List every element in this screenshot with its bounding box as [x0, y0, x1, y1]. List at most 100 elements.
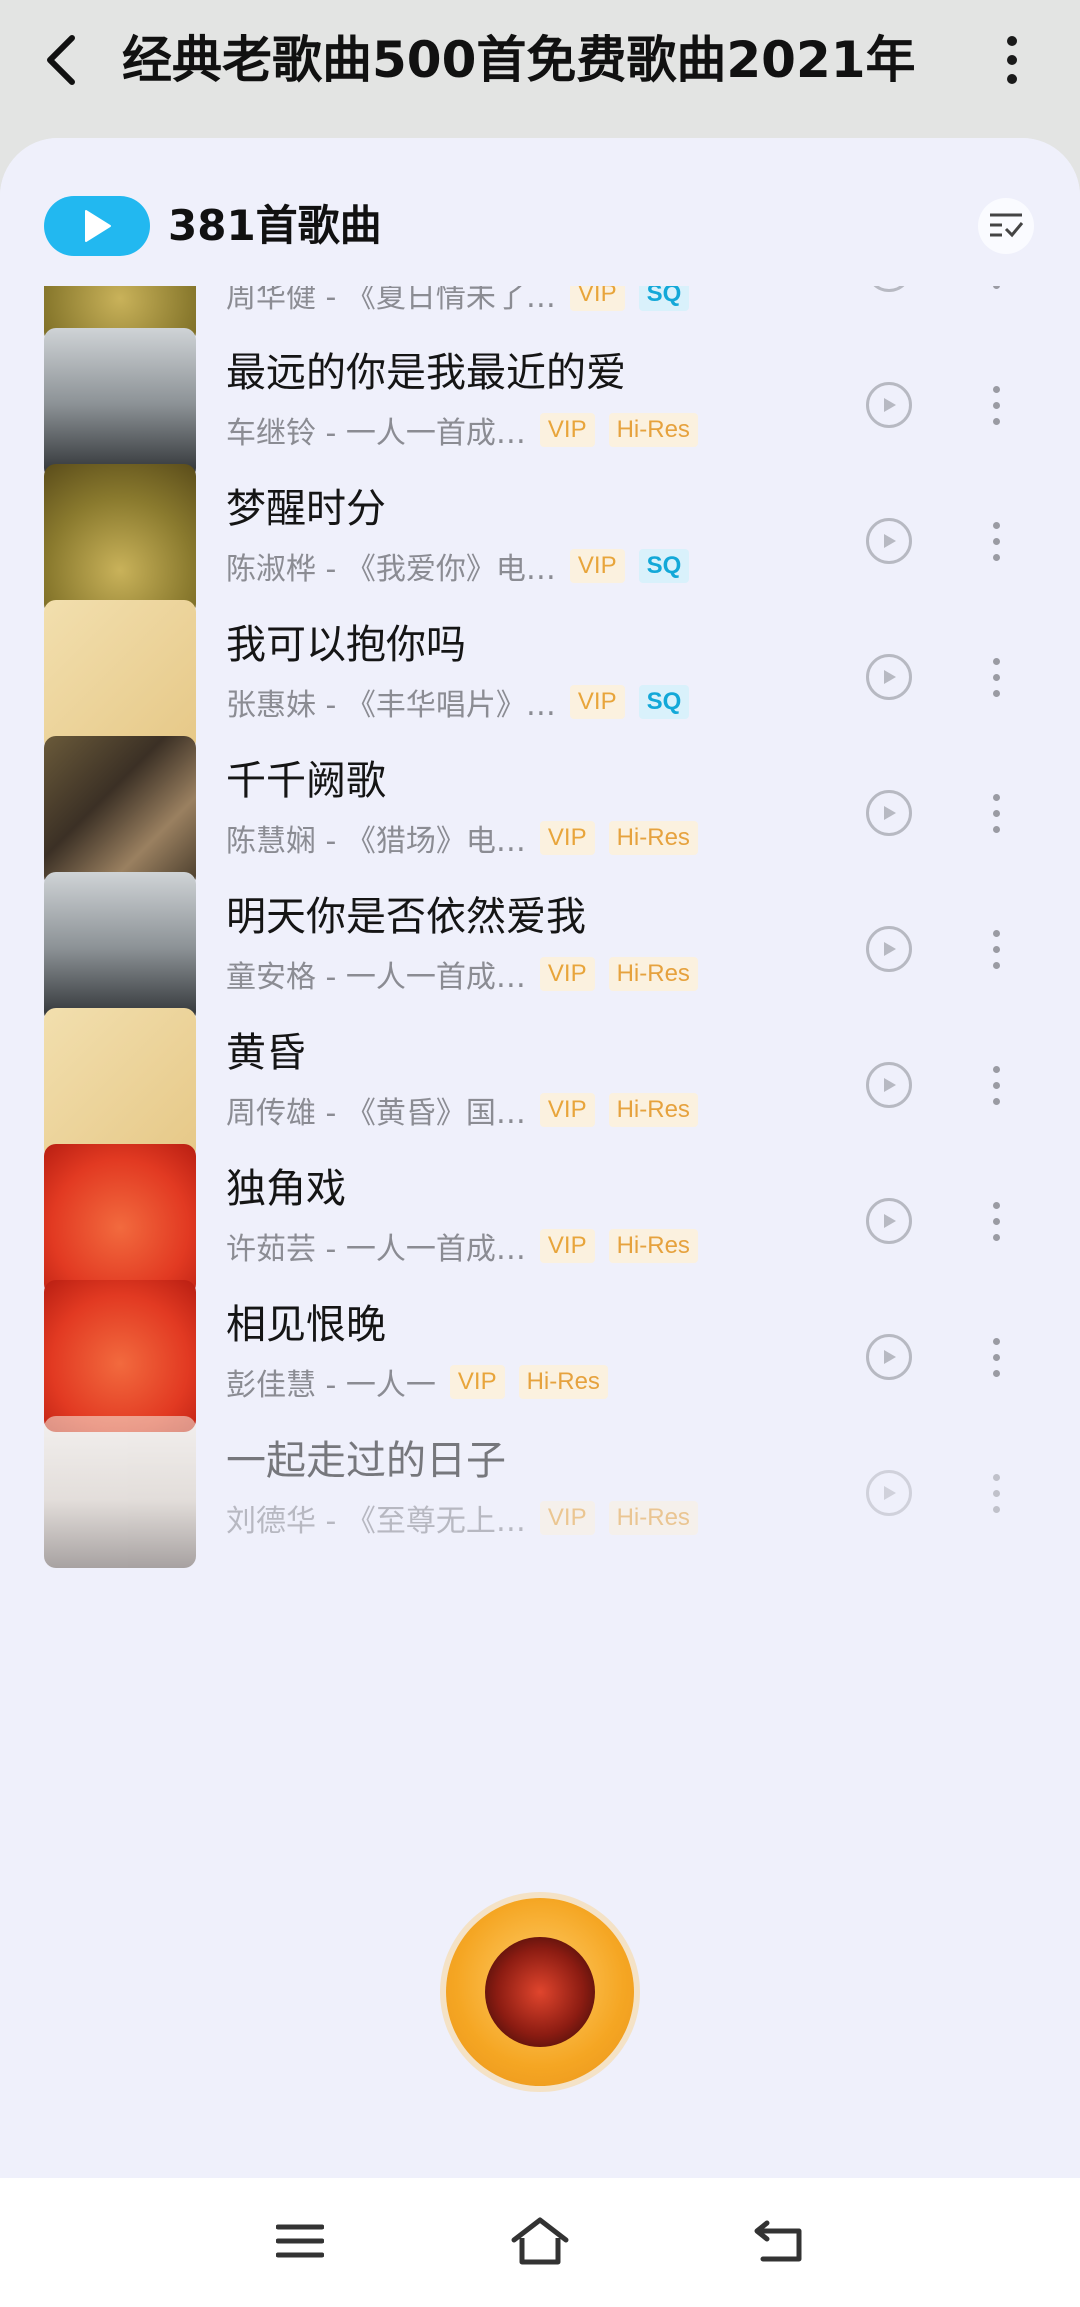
play-circle-icon	[884, 670, 896, 684]
vip-badge: VIP	[539, 1093, 595, 1127]
more-vertical-icon	[992, 793, 1000, 801]
song-count: 381首歌曲	[168, 201, 382, 250]
nav-back-button[interactable]	[740, 2206, 820, 2276]
song-title: 明天你是否依然爱我	[226, 894, 586, 940]
vip-badge: VIP	[539, 1229, 595, 1263]
song-more-button[interactable]	[984, 782, 1008, 844]
song-meta: 童安格 - 一人一首成… VIP Hi-Res	[226, 952, 698, 996]
back-button[interactable]	[34, 26, 90, 94]
list-check-icon	[990, 213, 1024, 238]
song-more-button[interactable]	[984, 1462, 1008, 1524]
sq-badge: SQ	[638, 685, 690, 719]
song-row[interactable]: 一起走过的日子 刘德华 - 《至尊无上… VIP Hi-Res	[0, 1416, 1080, 1616]
vip-badge: VIP	[569, 549, 625, 583]
play-circle-icon	[884, 1078, 896, 1092]
list-header: 381首歌曲	[0, 138, 1080, 286]
vip-badge: VIP	[449, 1365, 505, 1399]
album-cover	[44, 872, 196, 1024]
play-circle-icon	[884, 398, 896, 412]
play-video-button[interactable]	[866, 518, 912, 564]
play-video-button[interactable]	[866, 382, 912, 428]
hires-badge: Hi-Res	[518, 1365, 608, 1399]
play-circle-icon	[884, 1214, 896, 1228]
play-video-button[interactable]	[866, 654, 912, 700]
song-more-button[interactable]	[984, 918, 1008, 980]
song-artist-album: 车继铃 - 一人一首成…	[226, 416, 526, 451]
song-artist-album: 许茹芸 - 一人一首成…	[226, 1232, 526, 1267]
song-list-sheet: 381首歌曲 让我欢喜让我忧周华健 - 《夏日情未了…VIPSQ最远的你是我最近…	[0, 138, 1080, 2178]
play-circle-icon	[884, 942, 896, 956]
menu-icon	[276, 2224, 324, 2258]
back-icon	[754, 2220, 802, 2262]
song-more-button[interactable]	[984, 1054, 1008, 1116]
hires-badge: Hi-Res	[608, 1093, 698, 1127]
system-nav-bar	[0, 2178, 1080, 2307]
song-artist-album: 彭佳慧 - 一人一	[226, 1368, 436, 1403]
song-artist-album: 刘德华 - 《至尊无上…	[226, 1504, 526, 1539]
nav-home-button[interactable]	[500, 2206, 580, 2276]
play-video-button[interactable]	[866, 790, 912, 836]
more-vertical-icon	[992, 1065, 1000, 1073]
song-more-button[interactable]	[984, 646, 1008, 708]
song-title: 最远的你是我最近的爱	[226, 350, 626, 396]
song-title: 我可以抱你吗	[226, 622, 466, 668]
song-meta: 许茹芸 - 一人一首成… VIP Hi-Res	[226, 1224, 698, 1268]
vip-badge: VIP	[539, 1501, 595, 1535]
play-video-button[interactable]	[866, 926, 912, 972]
song-artist-album: 张惠妹 - 《丰华唱片》…	[226, 688, 556, 723]
more-vertical-icon	[1007, 36, 1017, 46]
song-title: 相见恨晚	[226, 1302, 386, 1348]
song-meta: 刘德华 - 《至尊无上… VIP Hi-Res	[226, 1496, 698, 1540]
song-more-button[interactable]	[984, 374, 1008, 436]
more-vertical-icon	[992, 1473, 1000, 1481]
album-cover	[44, 328, 196, 480]
album-disc-icon	[485, 1937, 595, 2047]
more-vertical-icon	[992, 1337, 1000, 1345]
song-more-button[interactable]	[984, 510, 1008, 572]
song-artist-album: 陈慧娴 - 《猎场》电…	[226, 824, 526, 859]
vip-badge: VIP	[539, 413, 595, 447]
hires-badge: Hi-Res	[608, 1229, 698, 1263]
more-vertical-icon	[992, 929, 1000, 937]
song-meta: 陈淑桦 - 《我爱你》电… VIP SQ	[226, 544, 690, 588]
more-options-button[interactable]	[990, 24, 1034, 96]
song-meta: 周传雄 - 《黄昏》国… VIP Hi-Res	[226, 1088, 698, 1132]
song-more-button[interactable]	[984, 1326, 1008, 1388]
top-bar: 经典老歌曲500首免费歌曲2021年	[0, 0, 1080, 120]
hires-badge: Hi-Res	[608, 821, 698, 855]
hires-badge: Hi-Res	[608, 413, 698, 447]
play-video-button[interactable]	[866, 1062, 912, 1108]
mini-player-button[interactable]	[446, 1898, 634, 2086]
nav-menu-button[interactable]	[260, 2206, 340, 2276]
play-circle-icon	[884, 806, 896, 820]
song-artist-album: 童安格 - 一人一首成…	[226, 960, 526, 995]
play-circle-icon	[884, 1486, 896, 1500]
album-cover	[44, 1008, 196, 1160]
play-circle-icon	[884, 534, 896, 548]
play-video-button[interactable]	[866, 1334, 912, 1380]
album-cover	[44, 736, 196, 888]
song-meta: 彭佳慧 - 一人一 VIP Hi-Res	[226, 1360, 608, 1404]
vip-badge: VIP	[569, 685, 625, 719]
play-video-button[interactable]	[866, 1470, 912, 1516]
song-more-button[interactable]	[984, 1190, 1008, 1252]
play-video-button[interactable]	[866, 1198, 912, 1244]
album-cover	[44, 1280, 196, 1432]
play-all-button[interactable]	[44, 196, 150, 256]
play-icon	[85, 210, 111, 242]
batch-manage-button[interactable]	[978, 198, 1034, 254]
play-circle-icon	[884, 1350, 896, 1364]
song-meta: 陈慧娴 - 《猎场》电… VIP Hi-Res	[226, 816, 698, 860]
song-title: 梦醒时分	[226, 486, 386, 532]
vip-badge: VIP	[539, 957, 595, 991]
song-title: 千千阙歌	[226, 758, 386, 804]
page-title: 经典老歌曲500首免费歌曲2021年	[122, 31, 916, 89]
more-vertical-icon	[992, 657, 1000, 665]
song-title: 一起走过的日子	[226, 1438, 506, 1484]
hires-badge: Hi-Res	[608, 957, 698, 991]
vip-badge: VIP	[539, 821, 595, 855]
album-cover	[44, 464, 196, 616]
album-cover	[44, 600, 196, 752]
song-artist-album: 陈淑桦 - 《我爱你》电…	[226, 552, 556, 587]
album-cover	[44, 1144, 196, 1296]
